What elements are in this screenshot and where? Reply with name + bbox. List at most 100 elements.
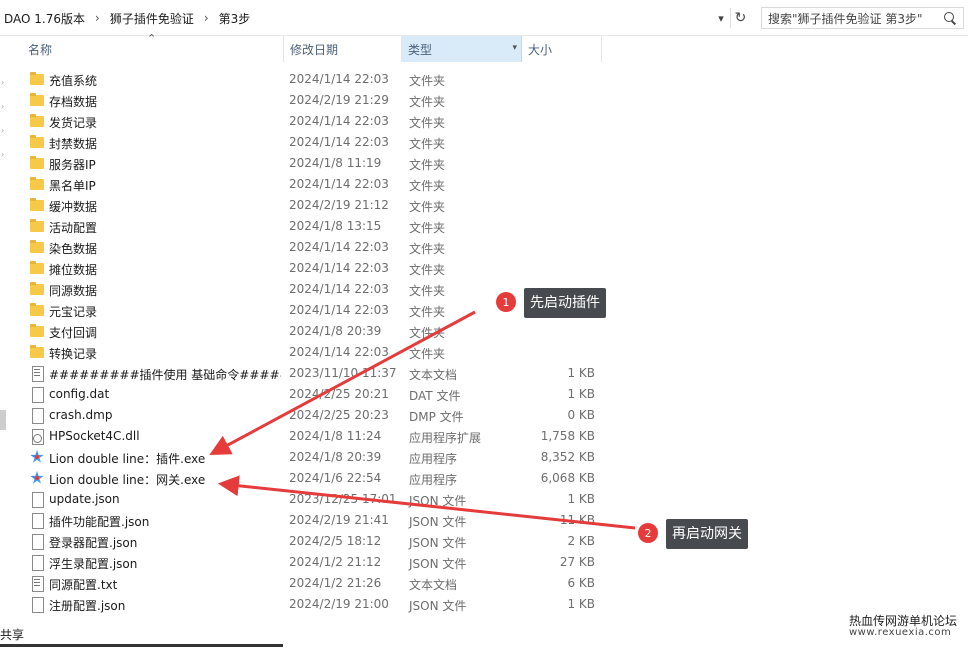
share-label[interactable]: 共享 — [0, 626, 24, 643]
breadcrumb[interactable]: DAO 1.76版本 › 狮子插件免验证 › 第3步 — [0, 8, 728, 28]
file-row[interactable]: update.json 2023/12/25 17:01 JSON 文件 1 KB — [0, 489, 968, 510]
folder-row[interactable]: 活动配置 2024/1/8 13:15 文件夹 — [0, 216, 968, 237]
folder-row[interactable]: 封禁数据 2024/1/14 22:03 文件夹 — [0, 132, 968, 153]
file-type: JSON 文件 — [409, 557, 467, 571]
watermark-url: www.rexuexia.com — [849, 627, 952, 638]
file-name: HPSocket4C.dll — [49, 429, 140, 443]
file-name: 染色数据 — [49, 242, 98, 256]
file-row[interactable]: 插件功能配置.json 2024/2/19 21:41 JSON 文件 11 KB — [0, 510, 968, 531]
breadcrumb-item-step[interactable]: 第3步 — [215, 10, 255, 27]
annotation-badge-1: 1 — [496, 292, 516, 312]
file-name: #########插件使用 基础命令#####... — [49, 368, 281, 382]
chevron-down-icon[interactable]: ▾ — [512, 43, 517, 53]
file-name: Lion double line：插件.exe — [49, 452, 206, 466]
file-row[interactable]: 登录器配置.json 2024/2/5 18:12 JSON 文件 2 KB — [0, 531, 968, 552]
file-type: 文件夹 — [409, 263, 446, 277]
column-size[interactable]: 大小 — [522, 36, 602, 62]
file-row[interactable]: crash.dmp 2024/2/25 20:23 DMP 文件 0 KB — [0, 405, 968, 426]
folder-icon — [29, 92, 45, 108]
file-name: 黑名单IP — [49, 179, 96, 193]
file-name: 插件功能配置.json — [49, 515, 150, 529]
file-date: 2024/1/8 20:39 — [289, 324, 382, 338]
file-name: Lion double line：网关.exe — [49, 473, 206, 487]
file-name: 注册配置.json — [49, 599, 126, 613]
file-date: 2024/1/8 11:19 — [289, 156, 382, 170]
file-date: 2024/2/25 20:23 — [289, 408, 389, 422]
file-name: update.json — [49, 492, 120, 506]
column-type-label: 类型 — [408, 42, 433, 57]
folder-icon — [29, 71, 45, 87]
file-date: 2024/1/2 21:12 — [289, 555, 382, 569]
file-date: 2024/1/14 22:03 — [289, 345, 389, 359]
text-file-icon — [29, 365, 45, 382]
file-icon — [29, 554, 45, 571]
folder-row[interactable]: 充值系统 2024/1/14 22:03 文件夹 — [0, 69, 968, 90]
search-icon[interactable] — [943, 11, 957, 25]
folder-icon — [29, 176, 45, 192]
file-date: 2024/1/6 22:54 — [289, 471, 382, 485]
status-bar: 共享 — [0, 622, 968, 648]
file-name: config.dat — [49, 387, 110, 401]
folder-icon — [29, 344, 45, 360]
folder-row[interactable]: 存档数据 2024/2/19 21:29 文件夹 — [0, 90, 968, 111]
file-type: 应用程序 — [409, 452, 458, 466]
file-row[interactable]: HPSocket4C.dll 2024/1/8 11:24 应用程序扩展 1,758 … — [0, 426, 968, 447]
file-icon — [29, 533, 45, 550]
folder-icon — [29, 197, 45, 213]
folder-row[interactable]: 同源数据 2024/1/14 22:03 文件夹 — [0, 279, 968, 300]
column-date[interactable]: 修改日期 — [284, 36, 402, 62]
breadcrumb-separator-icon[interactable]: › — [89, 11, 106, 25]
file-date: 2024/1/14 22:03 — [289, 177, 389, 191]
column-type[interactable]: 类型 ▾ — [402, 36, 522, 62]
folder-row[interactable]: 缓冲数据 2024/2/19 21:12 文件夹 — [0, 195, 968, 216]
folder-icon — [29, 155, 45, 171]
file-icon — [29, 596, 45, 613]
refresh-icon[interactable]: ↻ — [730, 8, 750, 28]
breadcrumb-separator-icon[interactable]: › — [198, 11, 215, 25]
file-row[interactable]: 注册配置.json 2024/2/19 21:00 JSON 文件 1 KB — [0, 594, 968, 615]
breadcrumb-item-plugin[interactable]: 狮子插件免验证 — [106, 10, 198, 27]
file-name: 摊位数据 — [49, 263, 98, 277]
search-input[interactable]: 搜索"狮子插件免验证 第3步" — [761, 7, 964, 29]
annotation-callout-2: 再启动网关 — [666, 519, 748, 549]
file-date: 2023/12/25 17:01 — [289, 492, 397, 506]
address-bar[interactable]: DAO 1.76版本 › 狮子插件免验证 › 第3步 ▾ ↻ 搜索"狮子插件免验… — [0, 0, 968, 36]
folder-row[interactable]: 转换记录 2024/1/14 22:03 文件夹 — [0, 342, 968, 363]
file-type: DMP 文件 — [409, 410, 464, 424]
file-row[interactable]: config.dat 2024/2/25 20:21 DAT 文件 1 KB — [0, 384, 968, 405]
file-type: 文件夹 — [409, 179, 446, 193]
file-date: 2024/1/8 20:39 — [289, 450, 382, 464]
folder-row[interactable]: 服务器IP 2024/1/8 11:19 文件夹 — [0, 153, 968, 174]
file-type: 文件夹 — [409, 347, 446, 361]
column-header: ⌃ 名称 修改日期 类型 ▾ 大小 — [0, 32, 968, 62]
folder-row[interactable]: 发货记录 2024/1/14 22:03 文件夹 — [0, 111, 968, 132]
folder-row[interactable]: 支付回调 2024/1/8 20:39 文件夹 — [0, 321, 968, 342]
file-row[interactable]: Lion double line：插件.exe 2024/1/8 20:39 应用程… — [0, 447, 968, 468]
folder-row[interactable]: 摊位数据 2024/1/14 22:03 文件夹 — [0, 258, 968, 279]
file-size: 27 KB — [559, 555, 595, 569]
file-name: 浮生录配置.json — [49, 557, 138, 571]
folder-row[interactable]: 元宝记录 2024/1/14 22:03 文件夹 — [0, 300, 968, 321]
file-icon — [29, 512, 45, 529]
file-row[interactable]: #########插件使用 基础命令#####... 2023/11/10 11:… — [0, 363, 968, 384]
chevron-down-icon[interactable]: ▾ — [712, 9, 730, 27]
folder-row[interactable]: 黑名单IP 2024/1/14 22:03 文件夹 — [0, 174, 968, 195]
exe-icon — [29, 449, 45, 465]
folder-row[interactable]: 染色数据 2024/1/14 22:03 文件夹 — [0, 237, 968, 258]
file-size: 0 KB — [567, 408, 595, 422]
annotation-callout-1: 先启动插件 — [524, 288, 606, 318]
file-date: 2024/1/14 22:03 — [289, 114, 389, 128]
file-row[interactable]: Lion double line：网关.exe 2024/1/6 22:54 应用程… — [0, 468, 968, 489]
file-name: 同源配置.txt — [49, 578, 118, 592]
breadcrumb-item-version[interactable]: DAO 1.76版本 — [0, 10, 89, 27]
file-date: 2024/2/19 21:41 — [289, 513, 389, 527]
file-name: 活动配置 — [49, 221, 98, 235]
file-size: 6 KB — [567, 576, 595, 590]
column-name[interactable]: 名称 — [22, 36, 284, 62]
file-row[interactable]: 浮生录配置.json 2024/1/2 21:12 JSON 文件 27 KB — [0, 552, 968, 573]
file-name: 发货记录 — [49, 116, 98, 130]
file-row[interactable]: 同源配置.txt 2024/1/2 21:26 文本文档 6 KB — [0, 573, 968, 594]
file-type: 文件夹 — [409, 137, 446, 151]
file-type: JSON 文件 — [409, 536, 467, 550]
file-type: 文件夹 — [409, 116, 446, 130]
